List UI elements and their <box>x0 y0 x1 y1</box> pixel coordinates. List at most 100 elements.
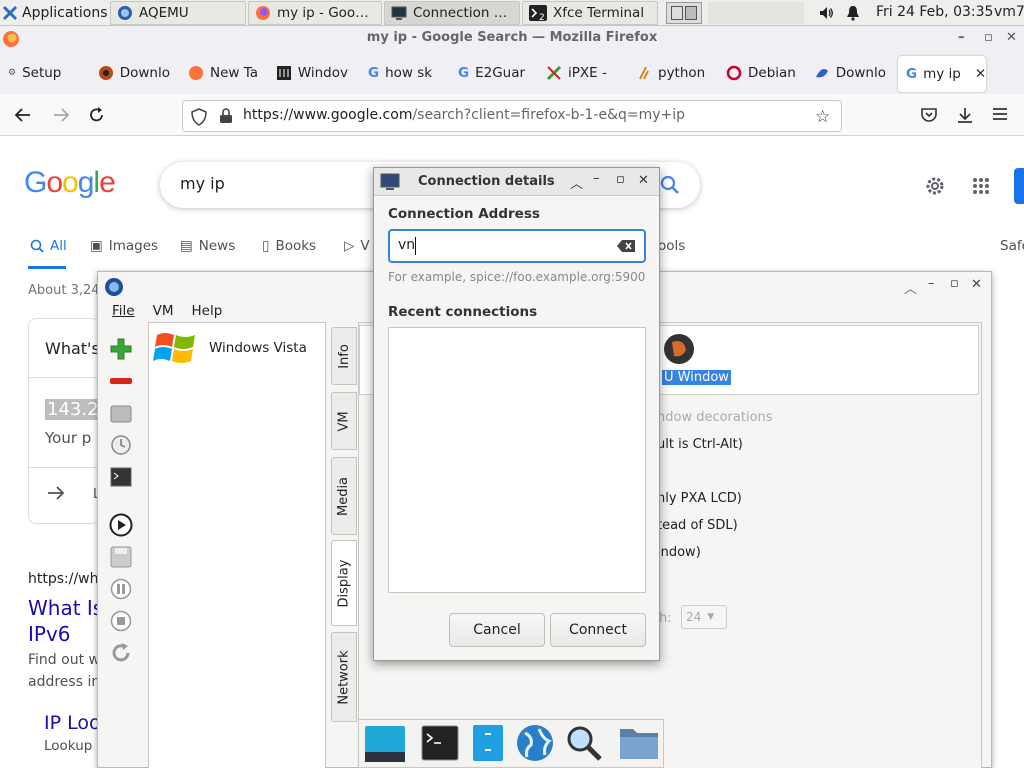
pause-icon[interactable] <box>108 576 134 602</box>
connection-address-input[interactable]: vn <box>388 229 646 263</box>
bookmark-item[interactable]: Debian <box>726 62 796 84</box>
volume-icon[interactable] <box>818 5 834 21</box>
vm-name: Windows Vista <box>209 340 307 356</box>
minimize-icon[interactable]: – <box>958 26 965 50</box>
bookmark-star-icon[interactable]: ☆ <box>815 107 830 127</box>
close-icon[interactable]: ✕ <box>638 173 649 188</box>
file-manager-icon[interactable] <box>471 724 505 762</box>
tab-all[interactable]: All <box>30 238 67 254</box>
tab-network[interactable]: Network <box>331 632 357 722</box>
clear-text-icon[interactable] <box>616 239 636 253</box>
workspace-switcher[interactable] <box>666 2 702 24</box>
hamburger-menu-icon[interactable] <box>992 106 1008 122</box>
result-url[interactable]: https://wh <box>28 571 99 587</box>
shield-icon[interactable] <box>191 108 207 126</box>
sign-in-button[interactable] <box>1014 168 1024 204</box>
qemu-window-option[interactable]: U Window <box>662 370 731 385</box>
vm-list-item[interactable]: Windows Vista <box>153 327 307 369</box>
google-logo[interactable]: Google <box>24 166 116 200</box>
minimize-icon[interactable]: – <box>928 276 935 291</box>
bookmark-item[interactable]: Windov <box>276 62 348 84</box>
web-browser-icon[interactable] <box>515 723 555 763</box>
pocket-icon[interactable] <box>920 106 938 124</box>
search-magnifier-icon[interactable] <box>565 724 603 762</box>
result-stats: About 3,24 <box>28 283 100 298</box>
folder-icon[interactable] <box>619 725 659 761</box>
lock-icon[interactable] <box>219 108 233 124</box>
apps-grid-icon[interactable] <box>972 177 990 195</box>
close-icon[interactable]: ✕ <box>971 277 982 292</box>
address-bar[interactable]: https://www.google.com/search?client=fir… <box>182 100 842 132</box>
cancel-button[interactable]: Cancel <box>449 613 545 647</box>
menu-help[interactable]: Help <box>191 303 222 319</box>
maximize-icon[interactable]: ▫ <box>616 172 625 187</box>
depth-select[interactable]: 24 ▼ <box>681 605 727 629</box>
console-icon[interactable] <box>108 464 134 490</box>
reload-icon[interactable] <box>88 106 106 124</box>
shade-icon[interactable]: ︿ <box>570 173 583 192</box>
tab-my-ip-active[interactable]: Gmy ip ✕ <box>898 56 986 92</box>
bookmark-item[interactable]: Downlo <box>814 62 886 84</box>
tab-media[interactable]: Media <box>331 457 357 535</box>
option-label: tead of SDL) <box>657 518 738 533</box>
connect-button[interactable]: Connect <box>550 613 646 647</box>
bookmark-item[interactable]: Ghow sk <box>368 62 440 84</box>
menu-file[interactable]: File <box>112 303 135 319</box>
show-desktop-icon[interactable] <box>364 724 406 764</box>
safesearch-link[interactable]: Safe <box>1000 238 1024 254</box>
applications-menu[interactable]: Applications ☰ <box>2 2 122 24</box>
ip-address[interactable]: 143.2 <box>45 399 101 420</box>
reset-icon[interactable] <box>108 640 134 666</box>
task-firefox[interactable]: my ip - Googl… <box>248 1 382 25</box>
task-aqemu[interactable]: AQEMU <box>110 1 246 25</box>
forward-arrow-icon[interactable] <box>52 106 70 124</box>
bookmark-item[interactable]: Downlo <box>98 62 170 84</box>
recent-connections-list[interactable] <box>388 327 646 593</box>
tab-info[interactable]: Info <box>331 327 357 385</box>
tab-books[interactable]: ▯ Books <box>262 238 316 254</box>
delete-vm-icon[interactable] <box>108 368 134 394</box>
back-arrow-icon[interactable] <box>14 106 32 124</box>
task-terminal[interactable]: 2 Xfce Terminal <box>522 1 658 25</box>
window-shade-icon[interactable]: ︿ <box>904 278 917 297</box>
result-title-line1[interactable]: What Is <box>28 596 103 620</box>
bookmark-item[interactable]: G E2Guar <box>458 62 530 84</box>
ip-answer-card: What's 143.2 Your p L <box>28 318 101 524</box>
arrow-right-icon[interactable] <box>47 485 65 501</box>
task-connection-dialog[interactable]: Connection de… <box>384 1 520 25</box>
tab-close-icon[interactable]: ✕ <box>975 66 986 82</box>
menu-vm[interactable]: VM <box>153 303 174 319</box>
play-icon[interactable] <box>108 512 134 538</box>
download-icon[interactable] <box>956 106 974 124</box>
notification-bell-icon[interactable] <box>846 5 860 21</box>
tab-tools[interactable]: ools <box>658 238 685 254</box>
tab-news[interactable]: ▤ News <box>180 238 235 254</box>
close-icon[interactable]: ✕ <box>1006 26 1017 50</box>
terminal-icon[interactable] <box>421 724 459 762</box>
bookmark-item[interactable]: python <box>636 62 706 84</box>
minimize-icon[interactable]: – <box>593 171 600 186</box>
search-query[interactable]: my ip <box>180 174 225 193</box>
add-vm-icon[interactable] <box>108 336 134 362</box>
bookmark-item[interactable]: ⚙ Setup <box>8 62 82 84</box>
bookmark-item[interactable]: New Ta <box>188 62 260 84</box>
clock[interactable]: Fri 24 Feb, 03:35 <box>876 4 993 20</box>
user-name[interactable]: vm7 <box>994 4 1024 20</box>
disk-icon[interactable] <box>108 400 134 426</box>
url-text[interactable]: https://www.google.com/search?client=fir… <box>243 107 763 123</box>
tab-images[interactable]: ▣ Images <box>90 238 158 254</box>
address-value[interactable]: vn <box>398 237 415 253</box>
settings-gear-icon[interactable] <box>924 175 946 197</box>
maximize-icon[interactable]: ▫ <box>950 276 959 291</box>
clock-icon[interactable] <box>108 432 134 458</box>
save-state-icon[interactable] <box>108 544 134 570</box>
tab-videos[interactable]: ▷ V <box>344 238 370 254</box>
tab-display-active[interactable]: Display <box>331 540 357 626</box>
stop-icon[interactable] <box>108 608 134 634</box>
result-title-line2[interactable]: IPv6 <box>28 622 71 646</box>
maximize-icon[interactable]: ▫ <box>984 26 993 50</box>
search-icon[interactable] <box>660 175 680 195</box>
bookmark-item[interactable]: iPXE - <box>546 62 618 84</box>
tab-vm[interactable]: VM <box>331 392 357 450</box>
result2-title[interactable]: IP Loo <box>44 712 101 734</box>
